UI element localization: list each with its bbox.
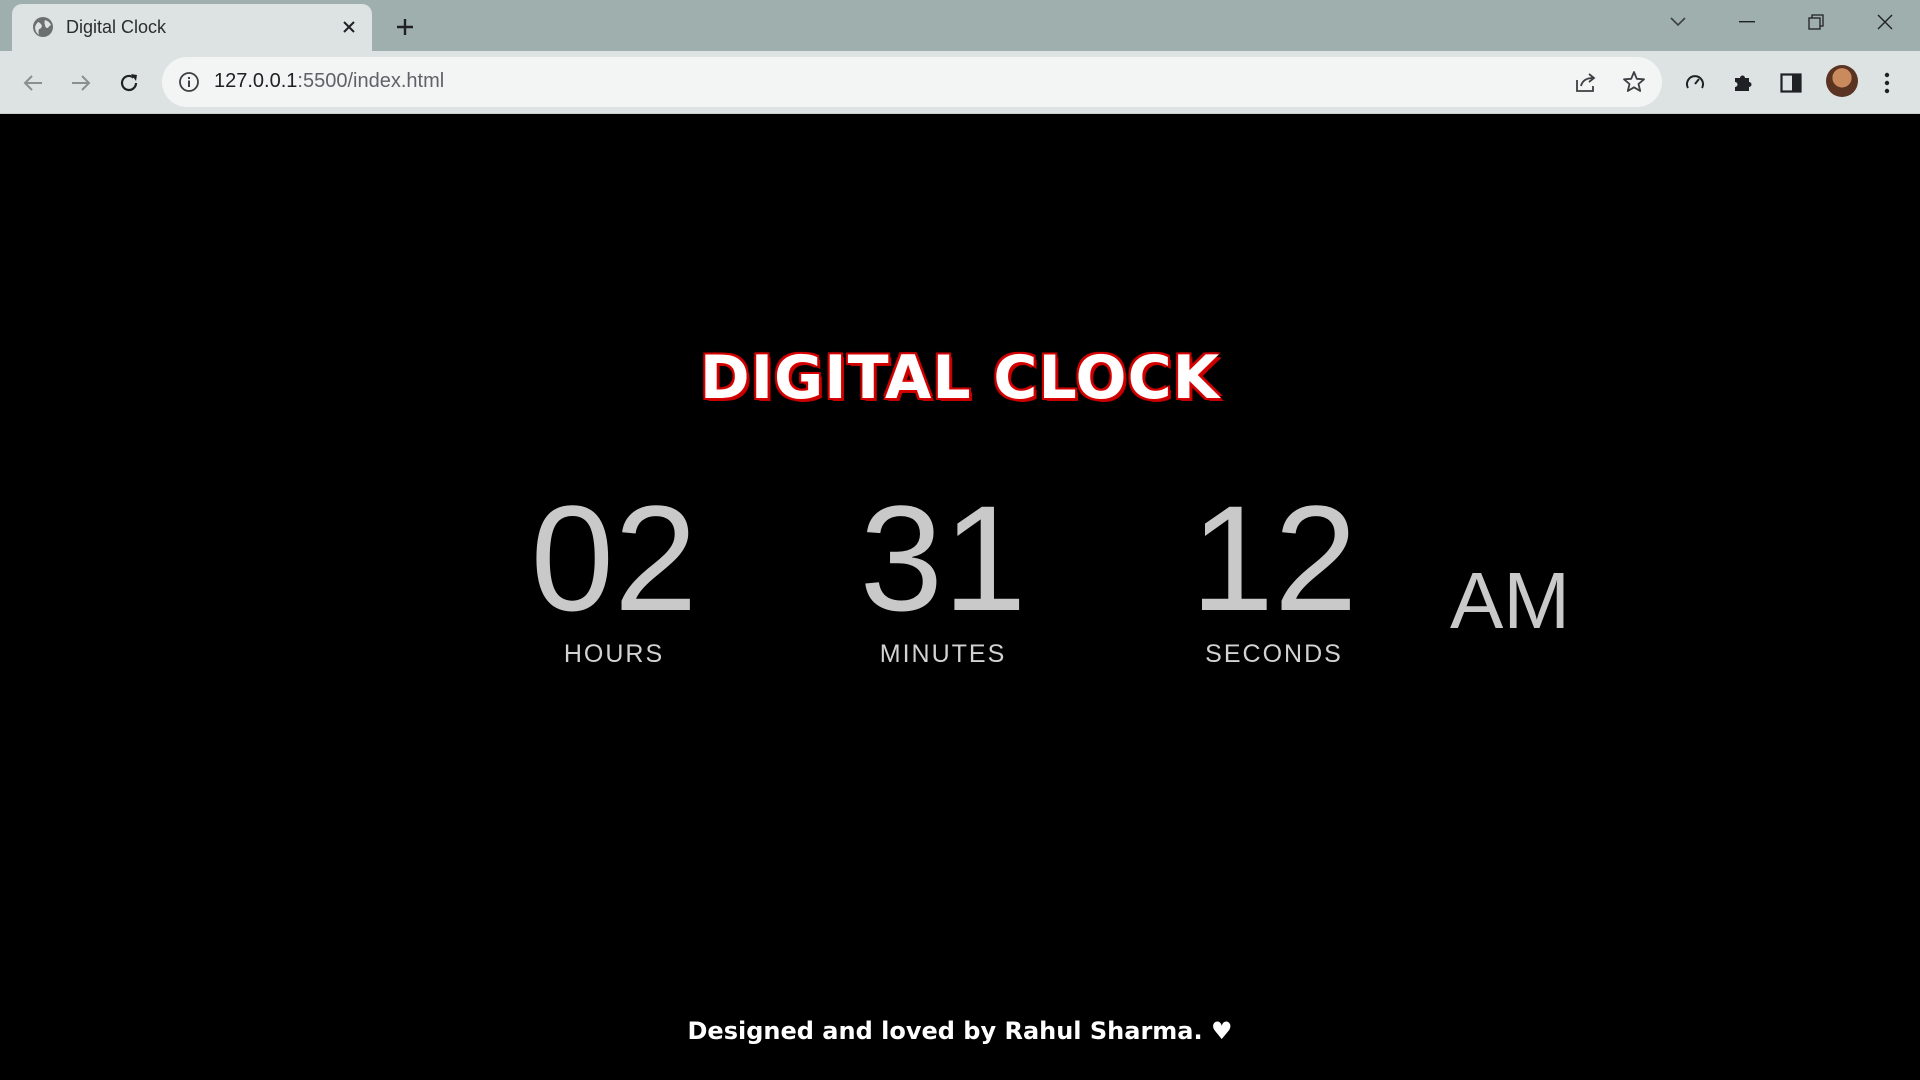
- minimize-icon[interactable]: [1729, 8, 1765, 36]
- side-panel-icon[interactable]: [1774, 66, 1808, 100]
- extensions-puzzle-icon[interactable]: [1726, 66, 1760, 100]
- restore-icon[interactable]: [1798, 8, 1834, 36]
- seconds-label: SECONDS: [1205, 640, 1343, 668]
- kebab-menu-icon[interactable]: [1870, 66, 1904, 100]
- clock-title: DIGITAL CLOCK: [699, 343, 1221, 413]
- url-host: 127.0.0.1: [214, 70, 298, 92]
- forward-arrow-icon[interactable]: [64, 66, 98, 100]
- minutes-label: MINUTES: [879, 640, 1007, 668]
- hours-unit: 02 HOURS: [494, 474, 734, 669]
- footer-credit: Designed and loved by Rahul Sharma. ♥: [687, 1017, 1233, 1045]
- bookmark-star-icon[interactable]: [1621, 69, 1647, 95]
- address-bar[interactable]: 127.0.0.1:5500/index.html: [162, 57, 1662, 107]
- minutes-unit: 31 MINUTES: [823, 474, 1063, 669]
- seconds-value: 12: [1190, 474, 1358, 642]
- minutes-value: 31: [859, 474, 1027, 642]
- url-text[interactable]: 127.0.0.1:5500/index.html: [214, 70, 444, 93]
- tab-search-chevron-down-icon[interactable]: [1660, 8, 1696, 36]
- site-info-icon[interactable]: [178, 71, 200, 93]
- page-content: DIGITAL CLOCK 02 HOURS 31 MINUTES 12 SEC…: [0, 115, 1920, 1080]
- hours-value: 02: [530, 474, 698, 642]
- tab-title: Digital Clock: [66, 17, 167, 37]
- close-window-icon[interactable]: [1867, 8, 1903, 36]
- browser-tab[interactable]: Digital Clock: [12, 4, 372, 51]
- globe-icon: [33, 17, 53, 37]
- am-pm-indicator: AM: [1450, 556, 1570, 645]
- share-icon[interactable]: [1573, 69, 1599, 95]
- back-arrow-icon[interactable]: [16, 66, 50, 100]
- reload-icon[interactable]: [112, 66, 146, 100]
- profile-avatar[interactable]: [1826, 65, 1858, 97]
- performance-speedometer-icon[interactable]: [1678, 66, 1712, 100]
- new-tab-plus-icon[interactable]: [390, 12, 420, 42]
- seconds-unit: 12 SECONDS: [1154, 474, 1394, 669]
- browser-toolbar: 127.0.0.1:5500/index.html: [0, 51, 1920, 114]
- browser-titlebar: Digital Clock: [0, 0, 1920, 51]
- url-path: :5500/index.html: [297, 70, 445, 92]
- hours-label: HOURS: [563, 640, 665, 668]
- tab-close-icon[interactable]: [337, 15, 361, 39]
